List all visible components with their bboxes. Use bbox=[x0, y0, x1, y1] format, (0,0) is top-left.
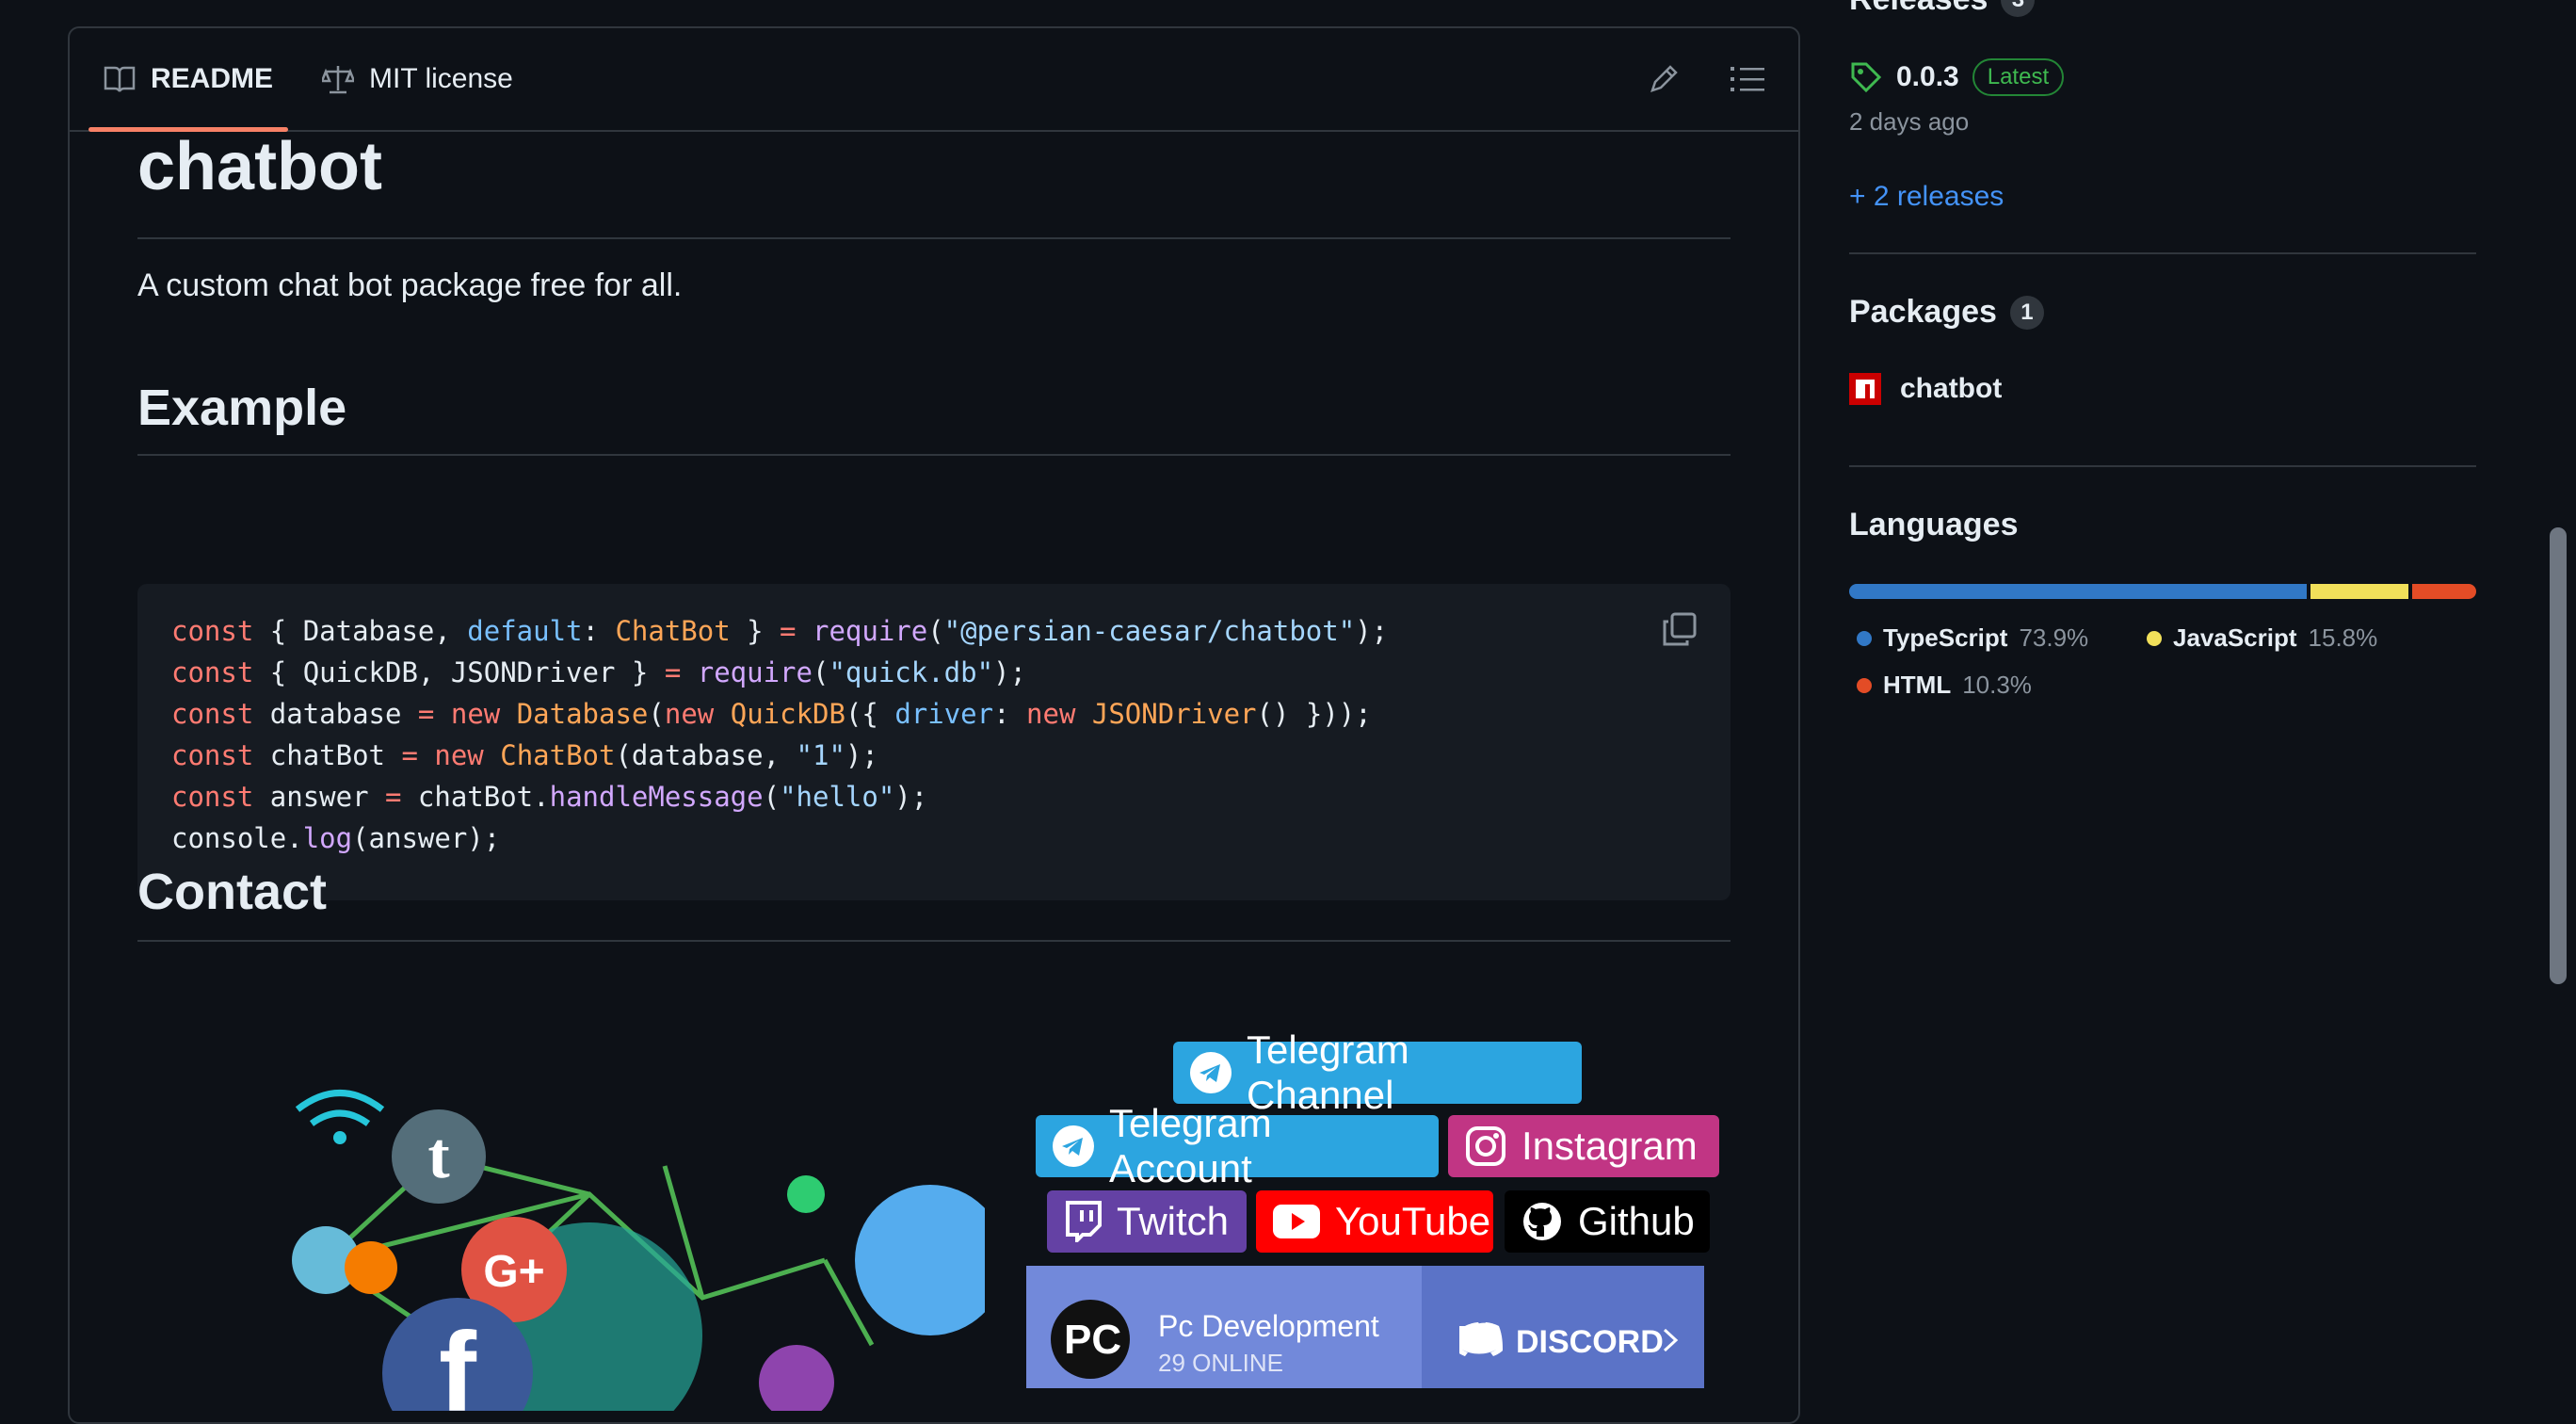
language-name: HTML bbox=[1883, 671, 1952, 699]
sidebar-divider bbox=[1849, 252, 2476, 254]
code-line: const { Database, default: ChatBot } = r… bbox=[171, 615, 1389, 647]
svg-text:f: f bbox=[439, 1309, 477, 1411]
telegram-account-badge[interactable]: Telegram Account bbox=[1036, 1101, 1439, 1190]
outline-list-icon[interactable] bbox=[1731, 65, 1764, 93]
language-bar-segment bbox=[2412, 584, 2476, 599]
tab-license[interactable]: MIT license bbox=[322, 28, 513, 130]
readme-header: README MIT license bbox=[70, 28, 1798, 132]
packages-title: Packages bbox=[1849, 294, 1997, 330]
discord-widget[interactable]: PC Pc Development 29 ONLINE DISCORD bbox=[1026, 1266, 1704, 1388]
twitch-icon bbox=[1064, 1201, 1102, 1242]
tag-icon bbox=[1849, 60, 1883, 94]
example-divider bbox=[137, 454, 1731, 456]
discord-server-name: Pc Development bbox=[1158, 1309, 1379, 1343]
release-date: 2 days ago bbox=[1849, 107, 1970, 136]
sidebar: Releases 3 0.0.3 Latest 2 days ago + 2 r… bbox=[1849, 0, 2476, 1378]
copy-icon[interactable] bbox=[1661, 610, 1702, 652]
svg-text:G+: G+ bbox=[483, 1247, 544, 1297]
language-name: TypeScript bbox=[1883, 623, 2008, 652]
languages-bar bbox=[1849, 584, 2476, 599]
language-dot bbox=[1857, 677, 1872, 693]
book-icon bbox=[104, 65, 136, 93]
telegram-channel-badge[interactable]: Telegram Channel bbox=[1173, 1028, 1582, 1117]
page-title: chatbot bbox=[137, 129, 382, 204]
release-version: 0.0.3 bbox=[1896, 61, 1959, 92]
contact-divider bbox=[137, 940, 1731, 942]
telegram-icon bbox=[1053, 1125, 1094, 1167]
language-percent: 15.8% bbox=[2308, 623, 2378, 652]
discord-online-count: 29 ONLINE bbox=[1158, 1349, 1283, 1377]
languages-heading: Languages bbox=[1849, 507, 2018, 543]
releases-title: Releases bbox=[1849, 0, 1988, 18]
releases-count: 3 bbox=[2001, 0, 2036, 17]
code-line: const { QuickDB, JSONDriver } = require(… bbox=[171, 656, 1026, 688]
github-badge[interactable]: Github bbox=[1505, 1190, 1710, 1253]
discord-brand-area: DISCORD bbox=[1422, 1266, 1704, 1388]
social-network-illustration: t G+ f bbox=[292, 1090, 985, 1411]
badge-label: YouTube bbox=[1335, 1199, 1491, 1243]
twitch-badge[interactable]: Twitch bbox=[1047, 1190, 1247, 1253]
language-bar-segment bbox=[1849, 584, 2308, 599]
readme-actions bbox=[1648, 28, 1764, 130]
language-percent: 73.9% bbox=[2019, 623, 2089, 652]
releases-heading: Releases 3 bbox=[1849, 0, 2036, 18]
instagram-icon bbox=[1465, 1125, 1506, 1167]
github-icon bbox=[1521, 1201, 1563, 1242]
youtube-badge[interactable]: YouTube bbox=[1256, 1190, 1493, 1253]
package-name: chatbot bbox=[1900, 373, 2003, 404]
discord-brand-label: DISCORD bbox=[1516, 1324, 1664, 1360]
code-block: const { Database, default: ChatBot } = r… bbox=[137, 584, 1731, 900]
language-html[interactable]: HTML 10.3% bbox=[1857, 671, 2032, 700]
language-percent: 10.3% bbox=[1962, 671, 2032, 699]
telegram-icon bbox=[1190, 1052, 1232, 1093]
section-contact: Contact bbox=[137, 864, 327, 920]
language-bar-segment bbox=[2310, 584, 2409, 599]
language-javascript[interactable]: JavaScript 15.8% bbox=[2147, 623, 2377, 653]
badge-label: Twitch bbox=[1117, 1199, 1230, 1243]
svg-text:t: t bbox=[427, 1120, 449, 1192]
edit-pencil-icon[interactable] bbox=[1648, 63, 1680, 95]
latest-release[interactable]: 0.0.3 Latest bbox=[1849, 58, 2065, 96]
more-releases-link[interactable]: + 2 releases bbox=[1849, 181, 2004, 213]
npm-icon bbox=[1849, 373, 1881, 405]
server-avatar: PC bbox=[1051, 1300, 1130, 1379]
code-line: console.log(answer); bbox=[171, 822, 501, 854]
tab-license-label: MIT license bbox=[369, 63, 513, 94]
language-dot bbox=[1857, 630, 1872, 646]
languages-title: Languages bbox=[1849, 507, 2019, 542]
chevron-right-icon bbox=[1661, 1326, 1680, 1354]
sidebar-divider bbox=[1849, 465, 2476, 467]
latest-badge: Latest bbox=[1972, 58, 2065, 96]
description: A custom chat bot package free for all. bbox=[137, 267, 683, 303]
discord-icon bbox=[1459, 1320, 1505, 1358]
package-item[interactable]: chatbot bbox=[1849, 373, 2002, 405]
language-dot bbox=[2147, 630, 2162, 646]
scrollbar-thumb[interactable] bbox=[2550, 527, 2567, 984]
badge-label: Instagram bbox=[1521, 1124, 1698, 1168]
code-line: const chatBot = new ChatBot(database, "1… bbox=[171, 739, 878, 771]
youtube-icon bbox=[1273, 1205, 1320, 1238]
tab-readme[interactable]: README bbox=[89, 28, 288, 132]
instagram-badge[interactable]: Instagram bbox=[1448, 1115, 1719, 1177]
code-line: const answer = chatBot.handleMessage("he… bbox=[171, 781, 928, 813]
language-name: JavaScript bbox=[2173, 623, 2297, 652]
badge-label: Telegram Account bbox=[1109, 1101, 1272, 1190]
title-divider bbox=[137, 237, 1731, 239]
language-typescript[interactable]: TypeScript 73.9% bbox=[1857, 623, 2088, 653]
code-line: const database = new Database(new QuickD… bbox=[171, 698, 1372, 730]
tab-readme-label: README bbox=[151, 63, 274, 94]
badge-label: Github bbox=[1578, 1199, 1695, 1243]
scale-icon bbox=[322, 64, 354, 94]
packages-heading: Packages 1 bbox=[1849, 294, 2044, 331]
packages-count: 1 bbox=[2009, 295, 2044, 330]
section-example: Example bbox=[137, 380, 347, 436]
